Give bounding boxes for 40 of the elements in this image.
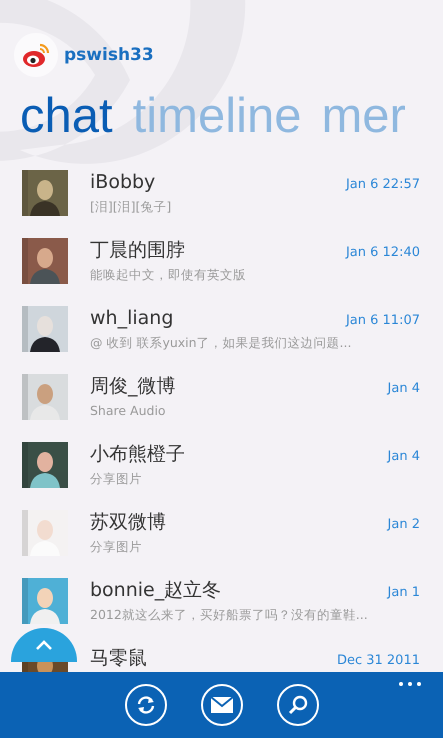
- contact-name: 马零鼠: [90, 646, 147, 670]
- message-preview: [泪][泪][兔子]: [90, 198, 172, 215]
- contact-name: wh_liang: [90, 306, 174, 330]
- message-date: Jan 2: [388, 517, 420, 532]
- conversation-row[interactable]: 小布熊橙子 Jan 4 分享图片: [0, 442, 443, 510]
- chevron-up-icon: [35, 640, 53, 650]
- mail-icon: [210, 696, 234, 714]
- message-preview: @ 收到 联系yuxin了，如果是我们这边问题...: [90, 334, 352, 351]
- message-date: Jan 1: [388, 585, 420, 600]
- contact-name: 苏双微博: [90, 510, 166, 534]
- search-icon: [286, 694, 308, 716]
- conversation-row[interactable]: 丁晨的围脖 Jan 6 12:40 能唤起中文，即使有英文版: [0, 238, 443, 306]
- message-preview: 2012就这么来了，买好船票了吗？没有的童鞋...: [90, 606, 369, 623]
- message-date: Jan 6 11:07: [346, 313, 420, 328]
- weibo-logo-icon: [14, 33, 58, 77]
- conversation-row[interactable]: wh_liang Jan 6 11:07 @ 收到 联系yuxin了，如果是我们这边问题...: [0, 306, 443, 374]
- search-button[interactable]: [276, 684, 318, 726]
- pivot-tab[interactable]: chat: [20, 86, 113, 158]
- conversation-row[interactable]: bonnie_赵立冬 Jan 1 2012就这么来了，买好船票了吗？没有的童鞋...: [0, 578, 443, 646]
- message-date: Jan 4: [388, 449, 420, 464]
- message-preview: 分享图片: [90, 470, 143, 487]
- contact-name: 小布熊橙子: [90, 442, 185, 466]
- refresh-button[interactable]: [124, 684, 166, 726]
- more-options-button[interactable]: [399, 682, 421, 686]
- message-preview: 分享图片: [90, 538, 143, 555]
- contact-name: 周俊_微博: [90, 374, 176, 398]
- message-date: Jan 6 22:57: [346, 177, 420, 192]
- message-preview: Share Audio: [90, 402, 167, 419]
- username: pswish33: [64, 45, 154, 65]
- message-preview: 能唤起中文，即使有英文版: [90, 266, 247, 283]
- contact-name: 丁晨的围脖: [90, 238, 185, 262]
- compose-button[interactable]: [200, 684, 242, 726]
- conversation-row[interactable]: 周俊_微博 Jan 4 Share Audio: [0, 374, 443, 442]
- contact-name: iBobby: [90, 170, 156, 194]
- message-date: Jan 4: [388, 381, 420, 396]
- conversation-row[interactable]: iBobby Jan 6 22:57 [泪][泪][兔子]: [0, 170, 443, 238]
- message-date: Jan 6 12:40: [346, 245, 420, 260]
- message-date: Dec 31 2011: [336, 653, 420, 668]
- conversation-row[interactable]: 苏双微博 Jan 2 分享图片: [0, 510, 443, 578]
- contact-name: bonnie_赵立冬: [90, 578, 222, 602]
